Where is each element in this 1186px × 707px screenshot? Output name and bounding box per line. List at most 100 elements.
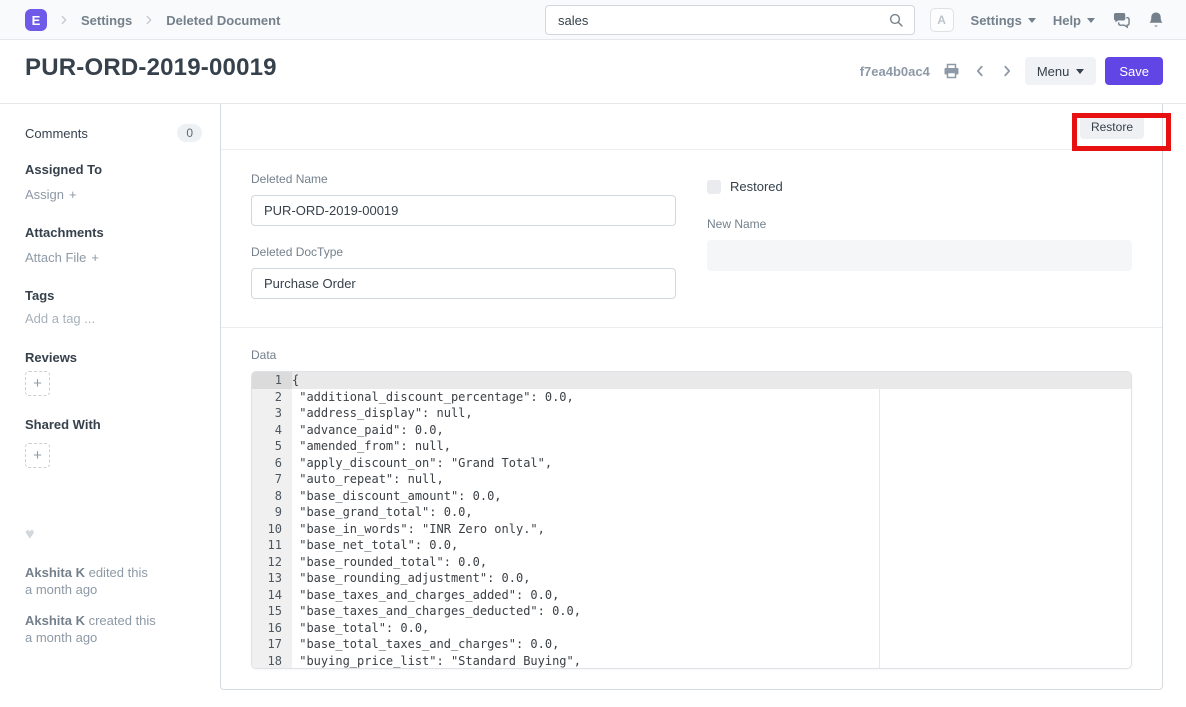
code-line: 18 "buying_price_list": "Standard Buying… xyxy=(252,653,1131,670)
new-name-field: New Name xyxy=(707,217,1132,271)
line-text: "additional_discount_percentage": 0.0, xyxy=(292,389,574,406)
search-input[interactable] xyxy=(546,13,888,28)
line-text: "apply_discount_on": "Grand Total", xyxy=(292,455,552,472)
save-button[interactable]: Save xyxy=(1105,57,1163,85)
line-number: 12 xyxy=(252,554,292,571)
activity-time: a month ago xyxy=(25,582,97,597)
new-name-label: New Name xyxy=(707,217,1132,231)
code-line: 17 "base_total_taxes_and_charges": 0.0, xyxy=(252,636,1131,653)
line-text: "base_rounding_adjustment": 0.0, xyxy=(292,570,530,587)
menu-button[interactable]: Menu xyxy=(1025,57,1097,85)
new-name-input xyxy=(707,240,1132,271)
next-document-icon[interactable] xyxy=(998,62,1016,80)
restored-field: Restored xyxy=(707,179,1132,194)
assign-button[interactable]: Assign + xyxy=(25,187,77,202)
comments-row[interactable]: Comments 0 xyxy=(25,124,202,142)
bell-icon[interactable] xyxy=(1148,11,1164,29)
line-number: 13 xyxy=(252,570,292,587)
line-text: "base_in_words": "INR Zero only.", xyxy=(292,521,545,538)
form-column-left: Deleted Name Deleted DocType xyxy=(251,172,676,299)
line-number: 8 xyxy=(252,488,292,505)
share-button[interactable]: + xyxy=(25,443,50,468)
deleted-doctype-input[interactable] xyxy=(251,268,676,299)
prev-document-icon[interactable] xyxy=(971,62,989,80)
line-text: "auto_repeat": null, xyxy=(292,471,444,488)
print-icon[interactable] xyxy=(941,61,962,81)
breadcrumb-settings[interactable]: Settings xyxy=(81,13,132,28)
form-sidebar: Comments 0 Assigned To Assign + Attachme… xyxy=(25,104,202,646)
search-icon[interactable] xyxy=(888,12,904,28)
code-line: 8 "base_discount_amount": 0.0, xyxy=(252,488,1131,505)
code-line: 12 "base_rounded_total": 0.0, xyxy=(252,554,1131,571)
line-text: { xyxy=(292,372,299,389)
settings-menu-label: Settings xyxy=(971,13,1022,28)
json-code-editor[interactable]: 1{ 2 "additional_discount_percentage": 0… xyxy=(251,371,1132,669)
line-number: 6 xyxy=(252,455,292,472)
attach-file-label: Attach File xyxy=(25,250,86,265)
line-number: 4 xyxy=(252,422,292,439)
document-hash: f7ea4b0ac4 xyxy=(860,64,930,79)
line-text: "address_display": null, xyxy=(292,405,473,422)
line-number: 15 xyxy=(252,603,292,620)
line-number: 11 xyxy=(252,537,292,554)
restore-button[interactable]: Restore xyxy=(1080,115,1144,139)
form-section-data: Data 1{ 2 "additional_discount_percentag… xyxy=(221,328,1162,699)
like-heart-icon[interactable]: ♥ xyxy=(25,526,202,544)
shared-with-heading: Shared With xyxy=(25,417,202,432)
chevron-down-icon xyxy=(1028,18,1036,23)
deleted-document-page: E Settings Deleted Document A Settings xyxy=(0,0,1186,707)
line-text: "base_total_taxes_and_charges": 0.0, xyxy=(292,636,559,653)
code-line: 6 "apply_discount_on": "Grand Total", xyxy=(252,455,1131,472)
settings-menu[interactable]: Settings xyxy=(971,13,1036,28)
plus-icon: + xyxy=(69,187,77,202)
activity-action: edited this xyxy=(89,565,148,580)
add-tag-input[interactable]: Add a tag ... xyxy=(25,311,202,326)
attachments-heading: Attachments xyxy=(25,225,202,240)
chevron-down-icon xyxy=(1076,69,1084,74)
avatar[interactable]: A xyxy=(930,8,954,32)
code-line: 16 "base_total": 0.0, xyxy=(252,620,1131,637)
line-text: "base_grand_total": 0.0, xyxy=(292,504,473,521)
line-text: "amended_from": null, xyxy=(292,438,451,455)
line-number: 5 xyxy=(252,438,292,455)
line-text: "base_discount_amount": 0.0, xyxy=(292,488,502,505)
line-text: "advance_paid": 0.0, xyxy=(292,422,444,439)
code-line: 1{ xyxy=(252,372,1131,389)
comments-count-badge: 0 xyxy=(177,124,202,142)
chevron-down-icon xyxy=(1087,18,1095,23)
attach-file-button[interactable]: Attach File + xyxy=(25,250,99,265)
help-menu-label: Help xyxy=(1053,13,1081,28)
code-line: 4 "advance_paid": 0.0, xyxy=(252,422,1131,439)
code-line: 2 "additional_discount_percentage": 0.0, xyxy=(252,389,1131,406)
line-number: 10 xyxy=(252,521,292,538)
deleted-doctype-label: Deleted DocType xyxy=(251,245,676,259)
line-number: 2 xyxy=(252,389,292,406)
assigned-to-heading: Assigned To xyxy=(25,162,202,177)
line-text: "base_rounded_total": 0.0, xyxy=(292,554,487,571)
activity-user: Akshita K xyxy=(25,613,85,628)
activity-action: created this xyxy=(89,613,156,628)
navbar-right: A Settings Help xyxy=(930,0,1164,40)
page-title: PUR-ORD-2019-00019 xyxy=(25,54,277,82)
menu-button-label: Menu xyxy=(1037,64,1070,79)
help-menu[interactable]: Help xyxy=(1053,13,1095,28)
line-number: 3 xyxy=(252,405,292,422)
line-text: "buying_price_list": "Standard Buying", xyxy=(292,653,581,670)
line-number: 17 xyxy=(252,636,292,653)
chat-icon[interactable] xyxy=(1112,12,1131,29)
line-text: "base_net_total": 0.0, xyxy=(292,537,458,554)
deleted-name-field: Deleted Name xyxy=(251,172,676,226)
deleted-name-input[interactable] xyxy=(251,195,676,226)
add-review-button[interactable]: + xyxy=(25,371,50,396)
code-line: 5 "amended_from": null, xyxy=(252,438,1131,455)
line-text: "base_taxes_and_charges_added": 0.0, xyxy=(292,587,559,604)
line-text: "base_taxes_and_charges_deducted": 0.0, xyxy=(292,603,581,620)
breadcrumb-deleted-document[interactable]: Deleted Document xyxy=(166,13,280,28)
tags-heading: Tags xyxy=(25,288,202,303)
restored-checkbox[interactable] xyxy=(707,180,721,194)
restored-label: Restored xyxy=(730,179,783,194)
line-number: 7 xyxy=(252,471,292,488)
code-line: 11 "base_net_total": 0.0, xyxy=(252,537,1131,554)
code-line: 3 "address_display": null, xyxy=(252,405,1131,422)
app-logo[interactable]: E xyxy=(25,9,47,31)
